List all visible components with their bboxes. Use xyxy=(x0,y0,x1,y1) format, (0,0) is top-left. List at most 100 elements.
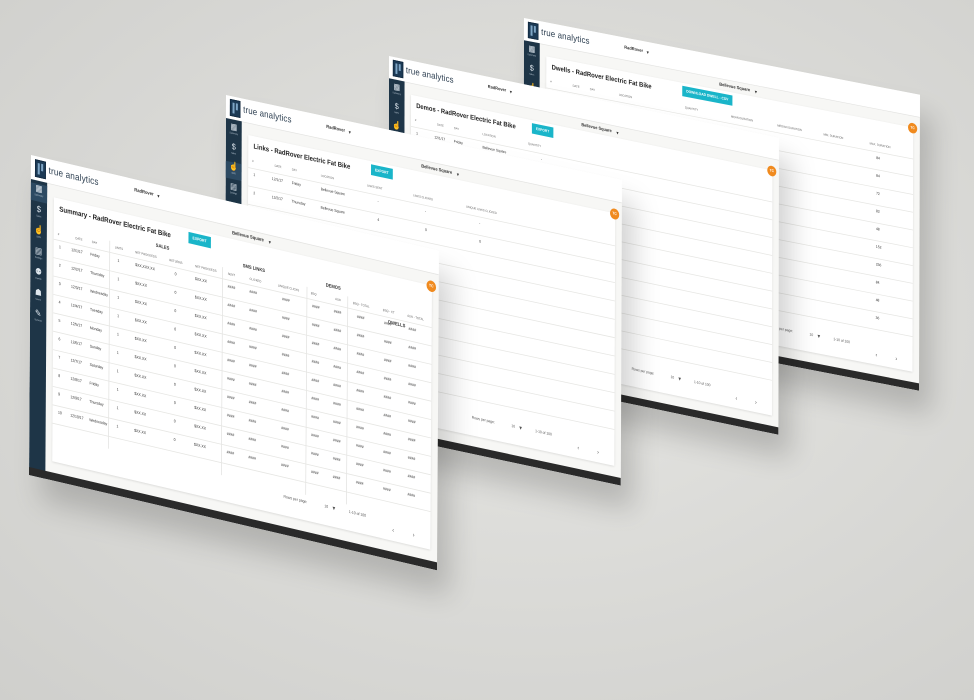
chevron-down-icon[interactable]: ▾ xyxy=(678,375,681,382)
column-header: DATE xyxy=(572,83,580,89)
row-divider xyxy=(53,257,432,347)
rows-per-page-label: Rows per page: xyxy=(471,415,495,426)
chevron-left-icon[interactable]: ‹ xyxy=(876,351,878,358)
sidebar-item-sales[interactable]: $ Sales xyxy=(226,141,242,161)
max-duration-cell: 84 xyxy=(876,173,880,179)
rows-per-page-select[interactable]: 10 xyxy=(324,504,328,510)
column-header: LOCATION xyxy=(320,173,335,181)
max-duration-cell: 236 xyxy=(875,262,882,268)
sidebar-item-summary[interactable]: ▦ Summary xyxy=(30,182,48,204)
chevron-down-icon[interactable]: ▾ xyxy=(510,89,512,95)
masked-cell: #### xyxy=(227,339,235,347)
masked-cell: #### xyxy=(249,289,258,296)
masked-cell: #### xyxy=(311,322,320,329)
row-net-proceeds: $XX.XX xyxy=(134,391,147,400)
column-header: LOCATION xyxy=(618,92,633,99)
chevron-down-icon[interactable]: ▾ xyxy=(647,50,649,56)
row-location: Bellevue Square xyxy=(320,205,345,216)
chevron-left-icon[interactable]: ‹ xyxy=(577,444,579,451)
masked-cell: #### xyxy=(383,376,392,383)
column-header: RETURNS xyxy=(169,257,183,265)
export-button[interactable]: EXPORT xyxy=(371,164,393,180)
sidebar-item-summary[interactable]: ▦ Summary xyxy=(389,81,405,101)
masked-cell: #### xyxy=(383,431,391,438)
logo-icon xyxy=(34,159,46,180)
masked-cell: #### xyxy=(407,473,416,481)
column-header: # xyxy=(252,158,254,163)
export-button[interactable]: EXPORT xyxy=(531,123,554,138)
sidebar-item-settings[interactable]: ▤Settings xyxy=(30,245,46,266)
column-group-header: SMS LINKS xyxy=(242,263,266,274)
row-date: 12/6/17 xyxy=(70,339,83,348)
chevron-down-icon[interactable]: ▾ xyxy=(616,130,618,136)
masked-cell: #### xyxy=(226,394,235,402)
chevron-right-icon[interactable]: › xyxy=(895,355,897,362)
row-returns: 0 xyxy=(174,363,176,370)
chevron-down-icon[interactable]: ▾ xyxy=(332,504,335,512)
sidebar-item-sales[interactable]: $ Sales xyxy=(389,101,405,121)
product-dropdown[interactable]: RadRover xyxy=(488,85,506,93)
rows-per-page-select[interactable]: 10 xyxy=(671,375,675,380)
chevron-right-icon[interactable]: › xyxy=(413,531,415,539)
column-header: LINKS SENT xyxy=(366,183,383,191)
chevron-left-icon[interactable]: ‹ xyxy=(392,526,394,534)
sidebar-item-summary[interactable]: ▦ Summary xyxy=(226,121,242,141)
row-date: 12/4/17 xyxy=(70,302,83,311)
masked-cell: #### xyxy=(248,381,257,388)
showcase-stage: true analyticsRadRover▾▦Summary$Sales☝SM… xyxy=(0,0,974,700)
chevron-down-icon[interactable]: ▾ xyxy=(157,193,159,199)
product-dropdown[interactable]: RadRover xyxy=(326,125,345,134)
row-returns: 0 xyxy=(174,345,177,351)
rows-per-page-select[interactable]: 10 xyxy=(511,424,515,429)
masked-cell: #### xyxy=(249,344,257,352)
masked-cell: #### xyxy=(356,351,365,358)
row-number: 3 xyxy=(58,281,61,287)
row-units: 1 xyxy=(116,368,119,375)
row-net-proceeds-2: $XX.XX xyxy=(194,387,207,395)
masked-cell: #### xyxy=(311,359,320,366)
row-net-proceeds-2: $XX.XX xyxy=(194,295,207,303)
chevron-right-icon[interactable]: › xyxy=(755,399,757,406)
masked-cell: #### xyxy=(356,406,364,414)
sidebar-item-sales[interactable]: $ Sales xyxy=(31,203,47,224)
column-header: BSQ - CT xyxy=(382,307,395,315)
row-returns: 0 xyxy=(173,400,176,406)
chevron-down-icon[interactable]: ▾ xyxy=(755,89,757,95)
avatar[interactable]: TC xyxy=(767,164,777,178)
sidebar-item-summary[interactable]: ▦ Summary xyxy=(524,43,540,62)
rows-per-page-select[interactable]: 10 xyxy=(810,333,814,338)
chevron-down-icon[interactable]: ▾ xyxy=(269,239,271,245)
masked-cell: #### xyxy=(248,454,256,462)
export-button[interactable]: EXPORT xyxy=(188,231,211,249)
chevron-left-icon[interactable]: ‹ xyxy=(736,395,738,402)
sidebar-item-surveys[interactable]: ✎Surveys xyxy=(30,307,46,328)
column-header: LINKS CLICKED xyxy=(413,193,434,202)
row-date: 12/10/17 xyxy=(70,413,84,422)
masked-cell: #### xyxy=(383,412,392,420)
chevron-right-icon[interactable]: › xyxy=(597,448,599,455)
sidebar-item-users[interactable]: ☗Users xyxy=(30,286,46,307)
chevron-down-icon[interactable]: ▾ xyxy=(349,130,351,135)
chevron-down-icon[interactable]: ▾ xyxy=(457,172,459,178)
sidebar-item-sales[interactable]: $ Sales xyxy=(524,62,540,81)
chevron-down-icon[interactable]: ▾ xyxy=(817,333,820,340)
masked-cell: #### xyxy=(408,400,416,407)
brand-name: true analytics xyxy=(48,164,99,188)
masked-cell: #### xyxy=(384,320,392,328)
sidebar-item-sms[interactable]: ☝SMS xyxy=(225,160,242,182)
masked-cell: #### xyxy=(383,357,392,365)
product-dropdown[interactable]: RadRover xyxy=(134,188,153,197)
row-net-proceeds-2: $XX.XX xyxy=(194,350,207,358)
avatar[interactable]: TC xyxy=(426,279,437,293)
sidebar-item-dwells[interactable]: ⚉Dwells xyxy=(30,265,46,286)
masked-cell: #### xyxy=(383,449,391,457)
avatar[interactable]: TC xyxy=(907,122,918,135)
masked-cell: #### xyxy=(249,307,257,315)
product-dropdown[interactable]: RadRover xyxy=(624,46,643,54)
sidebar-item-sms[interactable]: ☝SMS xyxy=(30,224,46,245)
avatar[interactable]: TC xyxy=(609,207,620,221)
masked-cell: #### xyxy=(356,314,365,322)
sidebar-item-settings[interactable]: ▤Settings xyxy=(226,181,242,201)
chevron-down-icon[interactable]: ▾ xyxy=(519,424,522,431)
masked-cell: #### xyxy=(311,414,319,421)
